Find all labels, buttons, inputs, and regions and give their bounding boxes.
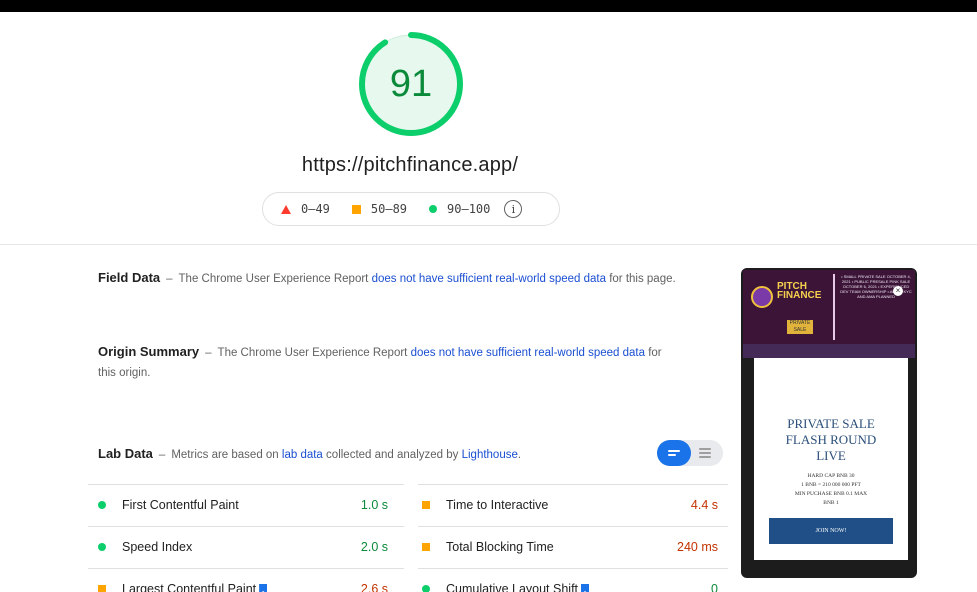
metric-label: Speed Index — [122, 540, 193, 554]
divider — [0, 244, 977, 245]
square-icon — [98, 585, 106, 592]
pagespeed-report: 91 https://pitchfinance.app/ 0–49 50–89 … — [0, 12, 977, 592]
square-icon — [422, 501, 430, 509]
legend-poor: 0–49 — [281, 202, 330, 216]
metric-item: Speed Index 2.0 s — [98, 526, 388, 568]
circle-icon — [98, 501, 106, 509]
metric-value: 1.0 s — [360, 498, 388, 512]
metric-item: Time to Interactive 4.4 s — [422, 484, 718, 526]
screenshot-card: PRIVATE SALE FLASH ROUND LIVE HARD CAP B… — [754, 358, 908, 560]
square-icon — [351, 204, 361, 214]
legend-poor-label: 0–49 — [301, 202, 330, 216]
metric-value: 0 — [711, 582, 718, 592]
tested-url: https://pitchfinance.app/ — [301, 154, 519, 176]
field-data-section: Field Data – The Chrome User Experience Re… — [98, 270, 676, 285]
screenshot-divider — [833, 274, 835, 340]
origin-summary-link[interactable]: does not have sufficient real-world spee… — [411, 347, 645, 359]
legend-average-label: 50–89 — [370, 202, 408, 216]
lighthouse-link[interactable]: Lighthouse — [462, 449, 518, 461]
legend-good-label: 90–100 — [447, 202, 491, 216]
metric-item: Total Blocking Time 240 ms — [422, 526, 718, 568]
metric-item: Cumulative Layout Shift 0 — [422, 568, 718, 592]
title-line1: PRIVATE SALE — [787, 416, 875, 431]
lab-data-link[interactable]: lab data — [282, 449, 323, 461]
page-screenshot-thumbnail: PITCH FINANCE PRIVATE SALE • SMALL PRIVA… — [741, 268, 917, 578]
lab-data-period: . — [517, 449, 522, 461]
metric-value: 2.6 s — [360, 582, 388, 592]
metrics-row: Largest Contentful Paint 2.6 s Cumulative … — [88, 568, 728, 592]
metric-item: Largest Contentful Paint 2.6 s — [98, 568, 388, 592]
metric-label: Time to Interactive — [446, 498, 549, 512]
join-now-button: JOIN NOW! — [769, 518, 893, 544]
metric-label: Total Blocking Time — [446, 540, 554, 554]
field-data-text: The Chrome User Experience Report — [178, 273, 369, 285]
summary-view-button[interactable] — [657, 440, 691, 466]
circle-icon — [98, 543, 106, 551]
legend-average: 50–89 — [351, 202, 408, 216]
legend-good: 90–100 — [429, 202, 490, 216]
expanded-view-button[interactable] — [695, 440, 721, 466]
screenshot-brand: PITCH FINANCE — [777, 282, 822, 301]
origin-summary-title: Origin Summary — [98, 344, 200, 359]
performance-score: 91 — [389, 63, 433, 105]
field-data-link[interactable]: does not have sufficient real-world spee… — [372, 273, 606, 285]
detail-line1: HARD CAP BNB 30 — [807, 473, 855, 479]
lab-data-title: Lab Data — [98, 446, 153, 461]
field-data-text-end: for this page. — [609, 273, 676, 285]
metrics-row: Speed Index 2.0 s Total Blocking Time 240 m… — [88, 526, 728, 568]
origin-summary-section: Origin Summary – The Chrome User Experienc… — [98, 344, 662, 379]
circle-icon — [422, 585, 430, 592]
screenshot-stripe — [743, 344, 915, 358]
detail-line2: 1 BNB = 210 000 000 PFT — [801, 482, 861, 488]
detail-line4: BNB 1 — [823, 500, 839, 506]
coin-logo-icon — [751, 286, 773, 308]
title-line2: FLASH ROUND — [785, 432, 877, 447]
metrics-row: First Contentful Paint 1.0 s Time to Inter… — [88, 484, 728, 526]
bookmark-icon[interactable] — [259, 584, 268, 592]
origin-summary-text: The Chrome User Experience Report — [217, 347, 408, 359]
info-icon[interactable]: i — [504, 200, 523, 218]
metric-label: Cumulative Layout Shift — [446, 582, 579, 592]
circle-icon — [429, 205, 438, 213]
title-line3: LIVE — [816, 448, 846, 463]
screenshot-bullets: • SMALL PRIVATE SALE OCTOBER 4, 2021 • P… — [840, 274, 912, 299]
metric-label: First Contentful Paint — [122, 498, 239, 512]
metrics-view-toggle[interactable] — [657, 440, 723, 466]
bookmark-icon[interactable] — [581, 584, 590, 592]
detail-line3: MIN PUCHASE BNB 0.1 MAX — [794, 491, 868, 497]
metric-value: 4.4 s — [690, 498, 718, 512]
performance-score-gauge: 91 — [357, 30, 465, 138]
brand-line2: FINANCE — [777, 290, 822, 301]
close-icon: × — [893, 286, 903, 296]
metric-value: 2.0 s — [360, 540, 388, 554]
score-legend: 0–49 50–89 90–100 i — [262, 192, 560, 226]
screenshot-ribbon: PRIVATE SALE — [787, 320, 813, 334]
square-icon — [422, 543, 430, 551]
lab-data-text-middle: collected and analyzed by — [326, 449, 459, 461]
lab-data-text: Metrics are based on — [171, 449, 279, 461]
metric-label: Largest Contentful Paint — [122, 582, 257, 592]
field-data-title: Field Data — [98, 270, 161, 285]
metric-item: First Contentful Paint 1.0 s — [98, 484, 388, 526]
screenshot-hero: PITCH FINANCE PRIVATE SALE • SMALL PRIVA… — [743, 270, 915, 344]
metric-value: 240 ms — [677, 540, 718, 554]
screenshot-title: PRIVATE SALE FLASH ROUND LIVE — [754, 416, 908, 464]
triangle-icon — [281, 204, 291, 214]
lab-data-section: Lab Data – Metrics are based on lab data c… — [98, 446, 522, 461]
screenshot-details: HARD CAP BNB 30 1 BNB = 210 000 000 PFT … — [754, 472, 908, 508]
